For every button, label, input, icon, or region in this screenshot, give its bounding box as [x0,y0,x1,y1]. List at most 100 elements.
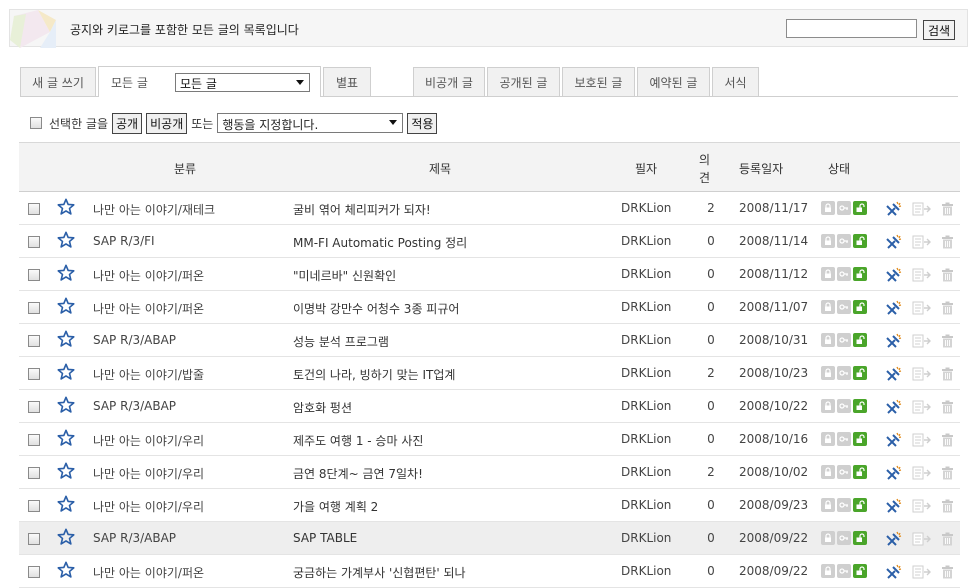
satellite-icon[interactable] [885,299,903,317]
table-row[interactable]: 나만 아는 이야기/퍼온 "미네르바" 신원확인 DRKLion 0 2008/… [19,258,960,291]
star-icon[interactable] [57,396,75,414]
trash-icon[interactable] [941,433,954,447]
move-post-icon[interactable] [912,565,932,579]
trash-icon[interactable] [941,367,954,381]
trash-icon[interactable] [941,235,954,249]
row-title[interactable]: 성능 분석 프로그램 [293,333,389,350]
lock-icon[interactable] [821,300,835,314]
row-comment-count[interactable]: 0 [705,399,717,413]
move-post-icon[interactable] [912,301,932,315]
row-comment-count[interactable]: 0 [705,234,717,248]
apply-button[interactable]: 적용 [407,112,438,134]
row-comment-count[interactable]: 0 [705,432,717,446]
lock-icon[interactable] [821,498,835,512]
search-input[interactable] [786,19,917,38]
tab-new-post[interactable]: 새 글 쓰기 [20,67,96,96]
move-post-icon[interactable] [912,367,932,381]
table-row[interactable]: 나만 아는 이야기/퍼온 궁금하는 가계부사 '신협편탄' 되나 DRKLion… [19,555,960,588]
key-icon[interactable] [837,564,851,578]
row-category[interactable]: SAP R/3/ABAP [93,399,176,413]
key-icon[interactable] [837,399,851,413]
row-comment-count[interactable]: 0 [705,564,717,578]
row-checkbox[interactable] [28,500,40,512]
make-private-button[interactable]: 비공개 [146,112,188,134]
star-icon[interactable] [57,561,75,579]
row-checkbox[interactable] [28,269,40,281]
row-comment-count[interactable]: 2 [705,465,717,479]
lock-icon[interactable] [821,432,835,446]
key-icon[interactable] [837,234,851,248]
unlock-icon[interactable] [853,432,867,446]
row-checkbox[interactable] [28,368,40,380]
trash-icon[interactable] [941,400,954,414]
row-checkbox[interactable] [28,434,40,446]
key-icon[interactable] [837,300,851,314]
tab-public[interactable]: 공개된 글 [487,67,560,96]
satellite-icon[interactable] [885,431,903,449]
table-row[interactable]: 나만 아는 이야기/퍼온 이명박 강만수 어청수 3종 피규어 DRKLion … [19,291,960,324]
move-post-icon[interactable] [912,334,932,348]
row-comment-count[interactable]: 2 [705,366,717,380]
row-checkbox[interactable] [28,302,40,314]
star-icon[interactable] [57,198,75,216]
move-post-icon[interactable] [912,466,932,480]
row-title[interactable]: MM-FI Automatic Posting 정리 [293,234,467,251]
row-comment-count[interactable]: 2 [705,201,717,215]
star-icon[interactable] [57,363,75,381]
trash-icon[interactable] [941,334,954,348]
row-checkbox[interactable] [28,203,40,215]
row-title[interactable]: 암호화 펑션 [293,399,352,416]
key-icon[interactable] [837,465,851,479]
trash-icon[interactable] [941,466,954,480]
row-category[interactable]: 나만 아는 이야기/퍼온 [93,564,204,581]
row-title[interactable]: 가을 여행 계획 2 [293,498,378,515]
key-icon[interactable] [837,531,851,545]
row-comment-count[interactable]: 0 [705,498,717,512]
row-category[interactable]: 나만 아는 이야기/퍼온 [93,300,204,317]
select-all-checkbox[interactable] [30,117,42,129]
table-row[interactable]: SAP R/3/ABAP 암호화 펑션 DRKLion 0 2008/10/22 [19,390,960,423]
satellite-icon[interactable] [885,332,903,350]
star-icon[interactable] [57,297,75,315]
lock-icon[interactable] [821,201,835,215]
unlock-icon[interactable] [853,531,867,545]
row-title[interactable]: 토건의 나라, 빙하기 맞는 IT업계 [293,366,455,383]
lock-icon[interactable] [821,564,835,578]
move-post-icon[interactable] [912,532,932,546]
row-comment-count[interactable]: 0 [705,300,717,314]
lock-icon[interactable] [821,465,835,479]
table-row[interactable]: SAP R/3/ABAP 성능 분석 프로그램 DRKLion 0 2008/1… [19,324,960,357]
key-icon[interactable] [837,267,851,281]
tab-template[interactable]: 서식 [712,67,759,96]
row-title[interactable]: 굴비 엮어 체리피커가 되자! [293,201,431,218]
row-category[interactable]: SAP R/3/ABAP [93,531,176,545]
satellite-icon[interactable] [885,530,903,548]
unlock-icon[interactable] [853,465,867,479]
move-post-icon[interactable] [912,202,932,216]
category-select[interactable]: 모든 글 [175,73,310,92]
row-checkbox[interactable] [28,467,40,479]
key-icon[interactable] [837,366,851,380]
action-select[interactable]: 행동을 지정합니다. [217,113,404,133]
row-title[interactable]: 이명박 강만수 어청수 3종 피규어 [293,300,459,317]
lock-icon[interactable] [821,366,835,380]
table-row[interactable]: SAP R/3/FI MM-FI Automatic Posting 정리 DR… [19,225,960,258]
unlock-icon[interactable] [853,201,867,215]
row-title[interactable]: 금연 8단계~ 금연 7일차! [293,465,423,482]
star-icon[interactable] [57,462,75,480]
row-category[interactable]: 나만 아는 이야기/밥줄 [93,366,204,383]
move-post-icon[interactable] [912,433,932,447]
satellite-icon[interactable] [885,365,903,383]
row-checkbox[interactable] [28,533,40,545]
trash-icon[interactable] [941,499,954,513]
tab-scheduled[interactable]: 예약된 글 [637,67,710,96]
row-title[interactable]: 제주도 여행 1 - 승마 사진 [293,432,423,449]
star-icon[interactable] [57,231,75,249]
trash-icon[interactable] [941,532,954,546]
table-row[interactable]: 나만 아는 이야기/우리 제주도 여행 1 - 승마 사진 DRKLion 0 … [19,423,960,456]
satellite-icon[interactable] [885,497,903,515]
unlock-icon[interactable] [853,498,867,512]
row-comment-count[interactable]: 0 [705,267,717,281]
move-post-icon[interactable] [912,235,932,249]
satellite-icon[interactable] [885,464,903,482]
